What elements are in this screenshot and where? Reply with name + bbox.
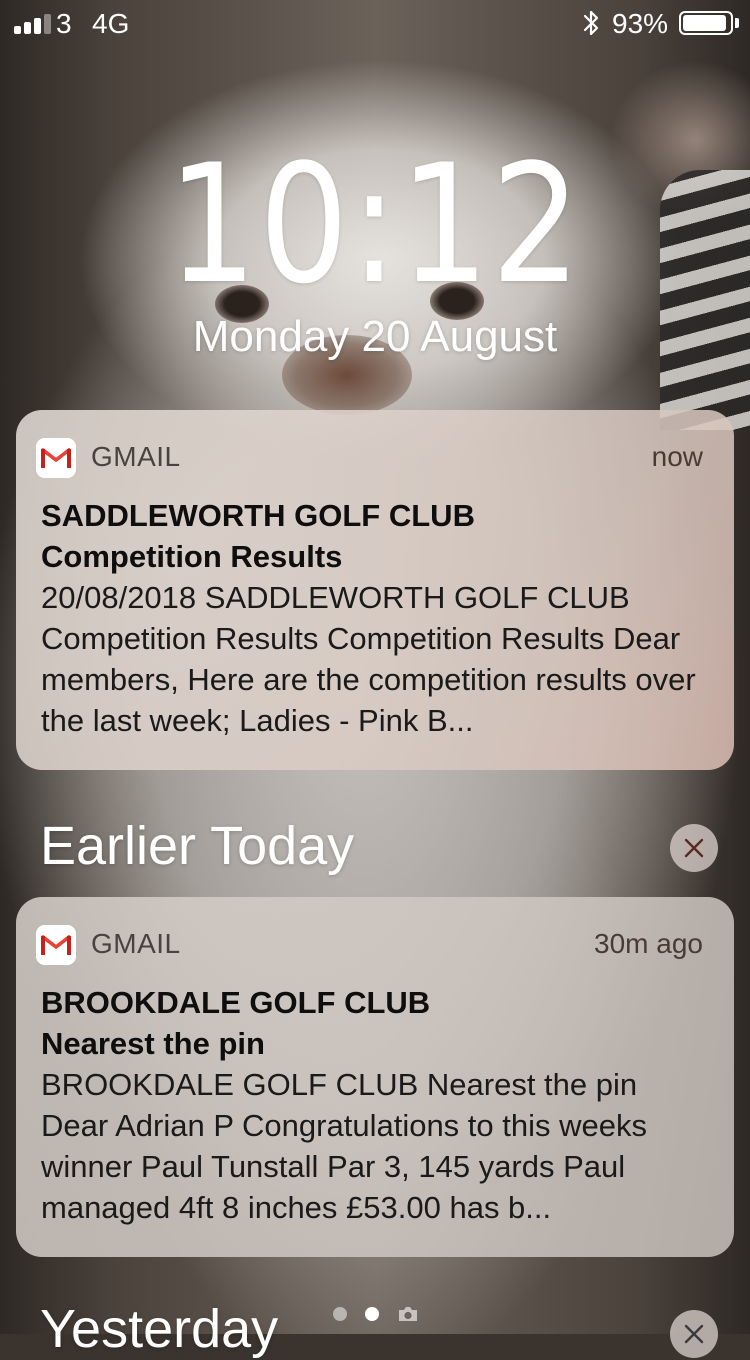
battery-percentage: 93% bbox=[612, 8, 669, 39]
clear-notifications-button[interactable] bbox=[670, 824, 718, 872]
page-indicator[interactable] bbox=[333, 1304, 419, 1324]
camera-icon bbox=[399, 1307, 417, 1321]
notification-subtitle: Nearest the pin bbox=[41, 1026, 265, 1061]
notification-app-name: GMAIL bbox=[91, 441, 181, 472]
status-bar: 3 4G 93% bbox=[0, 0, 750, 48]
bluetooth-icon bbox=[583, 10, 599, 36]
section-title-yesterday: Yesterday bbox=[40, 1299, 279, 1359]
network-type: 4G bbox=[92, 8, 130, 39]
signal-strength-icon bbox=[14, 14, 51, 34]
page-dot-active bbox=[365, 1307, 379, 1321]
notification-card[interactable]: GMAIL now SADDLEWORTH GOLF CLUB Competit… bbox=[16, 410, 734, 770]
gmail-icon bbox=[36, 438, 76, 478]
notification-content: BROOKDALE GOLF CLUB Nearest the pin BROO… bbox=[41, 982, 709, 1228]
lock-screen-date: Monday 20 August bbox=[192, 312, 558, 361]
notification-header: GMAIL now bbox=[36, 438, 703, 478]
battery-tip bbox=[735, 18, 739, 28]
close-icon bbox=[684, 838, 704, 858]
notification-content: SADDLEWORTH GOLF CLUB Competition Result… bbox=[41, 495, 709, 741]
notification-app-name: GMAIL bbox=[91, 928, 181, 959]
battery-icon bbox=[679, 11, 733, 35]
gmail-icon bbox=[36, 925, 76, 965]
notification-header: GMAIL 30m ago bbox=[36, 925, 703, 965]
lock-screen-time: 10:12 bbox=[167, 129, 583, 320]
close-icon bbox=[684, 1324, 704, 1344]
section-title-earlier-today: Earlier Today bbox=[40, 816, 355, 876]
notification-body: BROOKDALE GOLF CLUB Nearest the pin Dear… bbox=[41, 1067, 647, 1225]
notification-title: SADDLEWORTH GOLF CLUB bbox=[41, 498, 475, 533]
battery-level-fill bbox=[683, 15, 726, 31]
notification-time: 30m ago bbox=[594, 928, 703, 959]
notification-title: BROOKDALE GOLF CLUB bbox=[41, 985, 431, 1020]
page-dot bbox=[333, 1307, 347, 1321]
notification-subtitle: Competition Results bbox=[41, 539, 343, 574]
carrier-name: 3 bbox=[56, 8, 72, 39]
notification-body: 20/08/2018 SADDLEWORTH GOLF CLUB Competi… bbox=[41, 580, 696, 738]
clear-notifications-button-yesterday[interactable] bbox=[670, 1310, 718, 1358]
notification-card[interactable]: GMAIL 30m ago BROOKDALE GOLF CLUB Neares… bbox=[16, 897, 734, 1257]
notification-time: now bbox=[651, 441, 703, 472]
